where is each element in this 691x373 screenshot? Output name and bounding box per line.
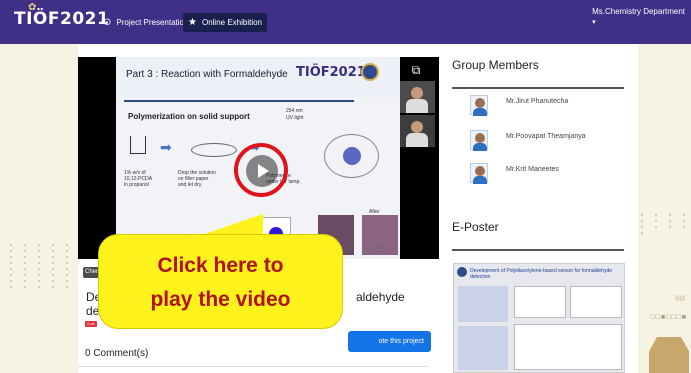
comments-heading: 0 Comment(s) [85,348,149,359]
petri-dish-icon [191,143,237,157]
uv-light-label: UV light [286,115,304,121]
member-item: Mr.Krit Maneetes [470,163,630,185]
chevron-down-icon: ▾ [592,19,596,26]
member-name: Mr.Jirut Phanutecha [506,98,569,105]
uv-label: 254 nm UV light [286,108,304,122]
arrow-right-icon: ➡ [160,139,172,155]
participant-body [406,99,428,113]
top-navigation-bar: ✿ TIÖF2021 ⊙ Project Presentation ★ Onli… [0,0,691,44]
callout-line: Click here to [157,254,284,277]
avatar [470,95,488,116]
star-icon: ★ [188,17,197,28]
after-label: After [369,209,380,215]
slide-logo: TIÖF2021 [296,65,366,80]
slide-divider [124,100,354,102]
nav-project-presentation[interactable]: ⊙ Project Presentation [98,13,193,32]
step-2-line: and let dry. [178,182,203,188]
tiof-logo[interactable]: ✿ TIÖF2021 [14,2,109,29]
dot-grid-decoration [10,244,76,288]
squares-decoration: □□■□□□■ [650,314,687,321]
member-name: Mr.Krit Maneetes [506,166,559,173]
expand-icon[interactable]: ⧉ [409,63,423,77]
main-content-card: Part 3 : Reaction with Formaldehyde TIÖF… [78,44,638,373]
participant-head [411,87,423,99]
member-item: Mr.Jirut Phanutecha [470,95,630,117]
participant-body [406,133,428,147]
e-poster-heading: E-Poster [452,220,499,234]
logo-flower-icon: ✿ [28,2,37,13]
step-1-line: in propanol [124,182,149,188]
play-icon[interactable] [246,155,278,187]
building-illustration [649,337,689,373]
participant-camera [400,81,435,113]
poster-chart [514,286,566,318]
dot-grid-decoration [641,214,691,234]
avatar [470,130,488,151]
e-poster-thumbnail[interactable]: Development of Polydiacetylene-based sen… [453,263,625,373]
member-item: Mr.Poovapat Theamjanya [470,130,630,152]
poster-title: Development of Polydiacetylene-based sen… [470,268,613,280]
nav-project-presentation-label: Project Presentation [116,18,189,27]
step-2-text: Drop the solution on filter paper and le… [178,170,216,188]
skyline-decoration: lılıl [675,294,685,303]
right-decoration: lılıl □□■□□□■ [635,44,691,373]
group-members-heading: Group Members [452,58,539,72]
poster-logo [457,267,467,277]
uv-wavelength: 254 nm [286,108,303,114]
avatar [470,163,488,184]
target-icon: ⊙ [103,17,112,28]
slide-footer-fragment: 21 [378,245,385,251]
beaker-icon [130,136,146,154]
step-1-text: 1% w/v of 10,12-PCDA in propanol [124,170,152,188]
slide-subtitle: Polymerization on solid support [128,112,250,121]
member-name: Mr.Poovapat Theamjanya [506,133,586,140]
participant-head [411,121,423,133]
participant-camera [400,115,435,147]
poster-chart [514,324,622,370]
like-count-badge: 0 pe [85,321,97,327]
heading-divider [452,87,624,89]
poster-chart [570,286,622,318]
department-menu[interactable]: Ms.Chemistry Department ▾ [592,7,685,26]
heading-divider [452,249,624,251]
play-video-callout: Click here to play the video [98,234,343,329]
project-title-fragment: aldehyde [356,290,405,304]
slide-title: Part 3 : Reaction with Formaldehyde [126,69,288,80]
poster-section [458,326,508,370]
sidebar: Group Members Mr.Jirut Phanutecha Mr.Poo… [448,44,638,373]
result-sample-icon [324,134,379,178]
nav-online-exhibition[interactable]: ★ Online Exhibition [183,13,268,32]
left-decoration [0,44,70,373]
vote-project-button[interactable]: ote this project [348,331,431,352]
comments-divider [78,366,428,367]
poster-section [458,286,508,322]
nav-online-exhibition-label: Online Exhibition [201,18,263,27]
school-seal-icon [361,63,379,81]
department-name: Ms.Chemistry Department [592,7,685,16]
callout-line: play the video [150,288,291,311]
